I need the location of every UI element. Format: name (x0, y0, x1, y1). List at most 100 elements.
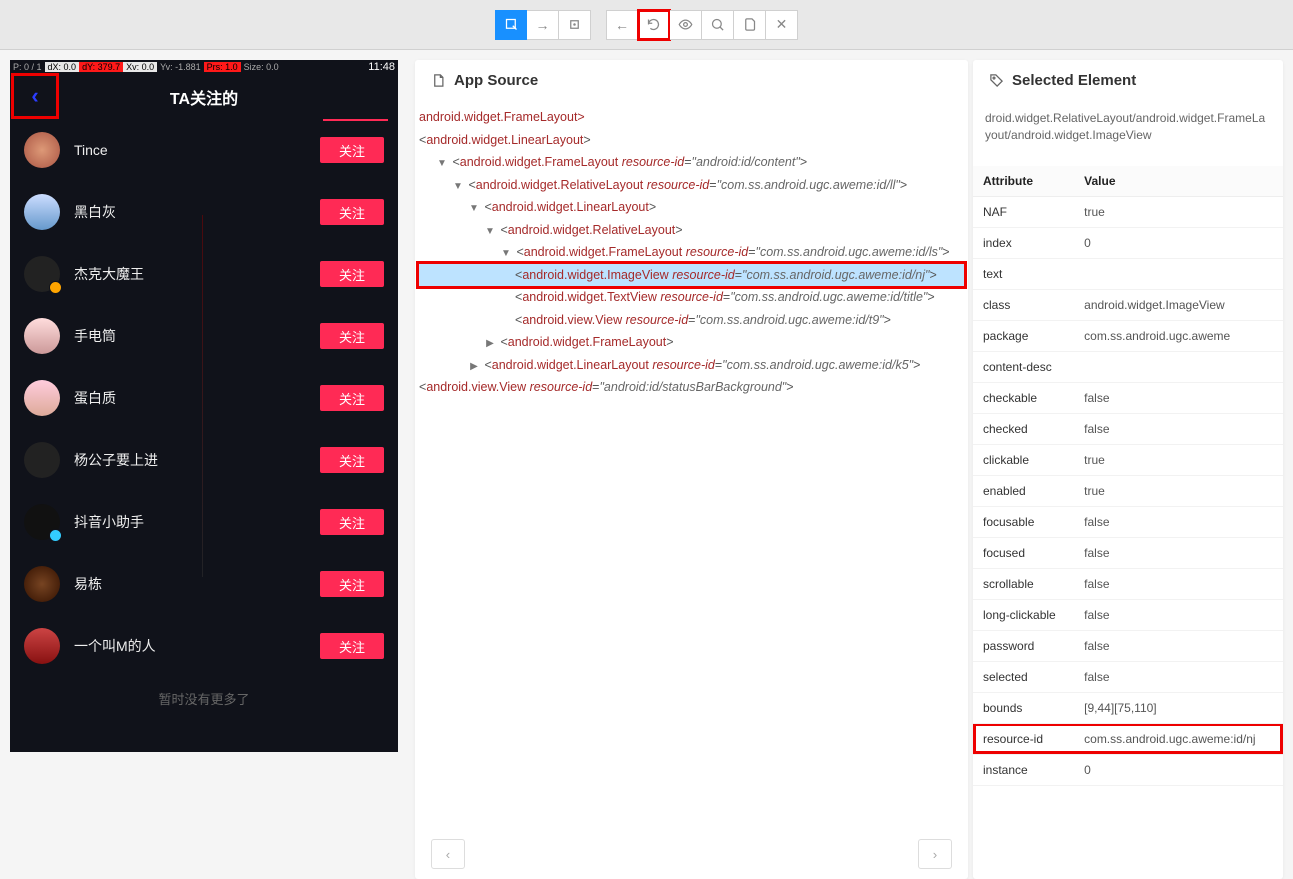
follow-button[interactable]: 关注 (320, 509, 384, 535)
user-row[interactable]: 黑白灰关注 (10, 181, 398, 243)
user-row[interactable]: 蛋白质关注 (10, 367, 398, 429)
selected-title: Selected Element (1012, 72, 1136, 89)
attr-row[interactable]: checkablefalse (973, 382, 1283, 413)
phone-back-button[interactable]: ‹ (14, 76, 56, 116)
user-name: 黑白灰 (74, 202, 320, 222)
selected-head: Selected Element (973, 60, 1283, 100)
toggle-icon[interactable]: ▼ (435, 155, 449, 173)
avatar[interactable] (24, 194, 60, 230)
tree-node[interactable]: ▼ <android.widget.RelativeLayout> (419, 219, 964, 242)
tree-node[interactable]: ▼ <android.widget.LinearLayout> (419, 196, 964, 219)
attr-row[interactable]: clickabletrue (973, 444, 1283, 475)
avatar[interactable] (24, 380, 60, 416)
follow-button[interactable]: 关注 (320, 571, 384, 597)
user-name: 杨公子要上进 (74, 450, 320, 470)
attr-row[interactable]: NAFtrue (973, 196, 1283, 227)
follow-button[interactable]: 关注 (320, 199, 384, 225)
user-row[interactable]: 杰克大魔王关注 (10, 243, 398, 305)
tap-coord-button[interactable] (559, 10, 591, 40)
top-toolbar: → ← ✕ (0, 0, 1293, 50)
tree-node[interactable]: <android.widget.TextView resource-id="co… (419, 286, 964, 309)
toggle-icon[interactable]: ▶ (483, 335, 497, 353)
prev-button[interactable]: ‹ (431, 839, 465, 869)
attr-row[interactable]: enabledtrue (973, 475, 1283, 506)
toggle-icon[interactable]: ▼ (451, 178, 465, 196)
attr-row[interactable]: text (973, 258, 1283, 289)
attr-key: long-clickable (973, 599, 1074, 630)
attr-row[interactable]: focusablefalse (973, 506, 1283, 537)
tree-node[interactable]: ▶ <android.widget.LinearLayout resource-… (419, 354, 964, 377)
swipe-button[interactable]: → (527, 10, 559, 40)
attr-row[interactable]: checkedfalse (973, 413, 1283, 444)
toggle-icon[interactable]: ▶ (467, 358, 481, 376)
tree-node[interactable]: <android.widget.LinearLayout> (419, 129, 964, 152)
official-badge (49, 529, 62, 542)
avatar[interactable] (24, 318, 60, 354)
debug-bar: P: 0 / 1 dX: 0.0 dY: 379.7 Xv: 0.0 Yv: -… (10, 60, 398, 74)
attr-row[interactable]: resource-idcom.ss.android.ugc.aweme:id/n… (973, 723, 1283, 754)
tree-node[interactable]: ▶ <android.widget.FrameLayout> (419, 331, 964, 354)
toggle-icon[interactable]: ▼ (499, 245, 513, 263)
refresh-button[interactable] (638, 10, 670, 40)
attr-row[interactable]: passwordfalse (973, 630, 1283, 661)
app-source-panel: App Source android.widget.FrameLayout><a… (410, 50, 973, 879)
tree-node[interactable]: android.widget.FrameLayout> (419, 106, 964, 129)
user-row[interactable]: 易栋关注 (10, 553, 398, 615)
tree-node[interactable]: ▼ <android.widget.RelativeLayout resourc… (419, 174, 964, 197)
attr-row[interactable]: index0 (973, 227, 1283, 258)
user-row[interactable]: 抖音小助手关注 (10, 491, 398, 553)
attr-row[interactable]: packagecom.ss.android.ugc.aweme (973, 320, 1283, 351)
user-name: 易栋 (74, 574, 320, 594)
user-row[interactable]: 手电筒关注 (10, 305, 398, 367)
select-element-button[interactable] (495, 10, 527, 40)
back-button[interactable]: ← (606, 10, 638, 40)
tree-node[interactable]: <android.view.View resource-id="com.ss.a… (419, 309, 964, 332)
user-row[interactable]: 一个叫M的人关注 (10, 615, 398, 677)
avatar[interactable] (24, 504, 60, 540)
attr-row[interactable]: scrollablefalse (973, 568, 1283, 599)
next-button[interactable]: › (918, 839, 952, 869)
toggle-icon[interactable]: ▼ (483, 223, 497, 241)
attr-value: false (1074, 599, 1283, 630)
user-name: 一个叫M的人 (74, 636, 320, 656)
avatar[interactable] (24, 628, 60, 664)
follow-button[interactable]: 关注 (320, 633, 384, 659)
tree-node[interactable]: <android.view.View resource-id="android:… (419, 376, 964, 399)
attr-row[interactable]: long-clickablefalse (973, 599, 1283, 630)
user-row[interactable]: 杨公子要上进关注 (10, 429, 398, 491)
screenshot-panel: P: 0 / 1 dX: 0.0 dY: 379.7 Xv: 0.0 Yv: -… (0, 50, 410, 879)
tree-node[interactable]: ▼ <android.widget.FrameLayout resource-i… (419, 241, 964, 264)
copy-xml-button[interactable] (734, 10, 766, 40)
toggle-icon[interactable]: ▼ (467, 200, 481, 218)
follow-button[interactable]: 关注 (320, 385, 384, 411)
dbg: Size: 0.0 (241, 62, 282, 72)
attr-row[interactable]: focusedfalse (973, 537, 1283, 568)
attr-row[interactable]: selectedfalse (973, 661, 1283, 692)
source-tree[interactable]: android.widget.FrameLayout><android.widg… (415, 100, 968, 829)
tree-node[interactable]: <android.widget.ImageView resource-id="c… (419, 264, 964, 287)
attr-key: class (973, 289, 1074, 320)
avatar[interactable] (24, 256, 60, 292)
search-button[interactable] (702, 10, 734, 40)
attr-row[interactable]: classandroid.widget.ImageView (973, 289, 1283, 320)
user-list[interactable]: Tince关注黑白灰关注杰克大魔王关注手电筒关注蛋白质关注杨公子要上进关注抖音小… (10, 119, 398, 677)
follow-button[interactable]: 关注 (320, 261, 384, 287)
attr-key: password (973, 630, 1074, 661)
follow-button[interactable]: 关注 (320, 447, 384, 473)
follow-button[interactable]: 关注 (320, 323, 384, 349)
avatar[interactable] (24, 566, 60, 602)
attr-value: false (1074, 568, 1283, 599)
user-row[interactable]: Tince关注 (10, 119, 398, 181)
eye-button[interactable] (670, 10, 702, 40)
tree-node[interactable]: ▼ <android.widget.FrameLayout resource-i… (419, 151, 964, 174)
attr-row[interactable]: instance0 (973, 754, 1283, 785)
avatar[interactable] (24, 442, 60, 478)
attr-value: false (1074, 537, 1283, 568)
attr-row[interactable]: bounds[9,44][75,110] (973, 692, 1283, 723)
follow-button[interactable]: 关注 (320, 137, 384, 163)
phone-screen[interactable]: P: 0 / 1 dX: 0.0 dY: 379.7 Xv: 0.0 Yv: -… (10, 60, 398, 752)
quit-button[interactable]: ✕ (766, 10, 798, 40)
avatar[interactable] (24, 132, 60, 168)
attr-row[interactable]: content-desc (973, 351, 1283, 382)
user-name: 手电筒 (74, 326, 320, 346)
